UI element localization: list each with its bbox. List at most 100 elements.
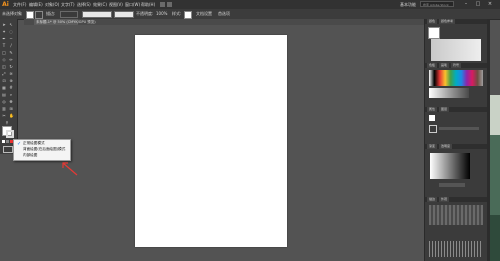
shape-builder-tool-icon[interactable]: ⊕	[9, 79, 13, 83]
draw-normal-item[interactable]: 正常绘图模式	[23, 141, 45, 146]
right-panel-dock: 颜色 颜色参考 色板 画笔 符号 属性 图层 渐变 透明度 描边 外观	[424, 19, 488, 261]
properties-stroke-icon[interactable]	[429, 125, 437, 133]
gradient-tool-icon[interactable]: ▤	[2, 93, 6, 97]
lasso-tool-icon[interactable]: ◌	[9, 30, 13, 34]
zoom-tool-icon[interactable]: ⚲	[5, 121, 9, 125]
appearance-rows[interactable]	[429, 205, 483, 225]
tab-stroke[interactable]: 描边	[427, 197, 438, 202]
color-fill-preview[interactable]	[428, 27, 440, 39]
menu-effect[interactable]: 效果(C)	[93, 1, 107, 8]
menu-view[interactable]: 视图(V)	[109, 1, 123, 8]
pencil-tool-icon[interactable]: ✏	[9, 58, 13, 62]
rectangle-tool-icon[interactable]: □	[2, 51, 6, 55]
properties-panel-header: 属性 图层	[425, 107, 488, 112]
document-tab-label: 未标题-1* @ 50% (CMYK/GPU 预览)	[36, 20, 96, 24]
artboard-tool-icon[interactable]: ⊞	[9, 107, 13, 111]
close-icon[interactable]: ×	[486, 1, 494, 8]
draw-inside-item[interactable]: 内部绘图	[23, 153, 37, 158]
annotation-arrow	[62, 162, 78, 176]
menu-object[interactable]: 对象(O)	[45, 1, 59, 8]
gradient-preview[interactable]	[430, 153, 470, 179]
check-icon: ✓	[17, 141, 22, 147]
blend-tool-icon[interactable]: ◎	[2, 100, 6, 104]
restore-icon[interactable]: □	[474, 1, 482, 8]
eyedropper-tool-icon[interactable]: ⌕	[9, 93, 13, 97]
slice-tool-icon[interactable]: ✂	[2, 114, 6, 118]
type-tool-icon[interactable]: T	[2, 44, 6, 48]
gradient-slider[interactable]	[439, 183, 465, 187]
color-mode-icon[interactable]	[2, 140, 5, 143]
selection-status: 未选择对象	[2, 11, 22, 16]
free-transform-tool-icon[interactable]: ⊡	[2, 79, 6, 83]
brush-strokes-list[interactable]	[429, 241, 483, 257]
app-logo: Ai	[2, 1, 9, 8]
menu-select[interactable]: 选择(S)	[77, 1, 91, 8]
gradient-mode-icon[interactable]	[6, 140, 9, 143]
tab-transparency[interactable]: 透明度	[439, 144, 453, 149]
tab-brushes[interactable]: 画笔	[439, 63, 450, 68]
tools-panel: ➤ ↖ ✦ ◌ ✒ ∼ T / □ ✎ ◇ ✏ ◫ ↻ ⤢ ≋ ⊡ ⊕ ▦ # …	[0, 19, 18, 154]
bridge-icon[interactable]	[160, 2, 165, 7]
artboard[interactable]	[135, 35, 287, 247]
stroke-color-icon[interactable]	[6, 130, 14, 138]
hand-tool-icon[interactable]: ✋	[9, 114, 14, 118]
swatch-grid[interactable]	[429, 70, 483, 86]
stock-search-input[interactable]: 搜索 Adobe Stock	[420, 1, 454, 7]
preferences-button[interactable]: 首选项	[218, 11, 230, 17]
direct-selection-tool-icon[interactable]: ↖	[9, 23, 13, 27]
document-setup-button[interactable]: 文档设置	[196, 11, 212, 17]
curvature-tool-icon[interactable]: ∼	[9, 37, 13, 41]
fill-swatch[interactable]	[26, 11, 34, 19]
drawing-mode-icon[interactable]	[3, 146, 13, 153]
symbol-sprayer-tool-icon[interactable]: ❋	[9, 100, 13, 104]
paintbrush-tool-icon[interactable]: ✎	[9, 51, 13, 55]
menu-file[interactable]: 文件(F)	[13, 1, 26, 8]
line-tool-icon[interactable]: /	[9, 44, 13, 48]
graphic-style-swatch[interactable]	[184, 11, 192, 19]
shaper-tool-icon[interactable]: ◇	[2, 58, 6, 62]
perspective-grid-tool-icon[interactable]: ▦	[2, 86, 6, 90]
properties-fill-icon[interactable]	[429, 115, 435, 121]
color-panel-header: 颜色 颜色参考	[425, 19, 488, 24]
tab-properties[interactable]: 属性	[427, 107, 438, 112]
menu-type[interactable]: 文字(T)	[61, 1, 75, 8]
variable-width-profile[interactable]	[82, 11, 112, 18]
background-photo	[490, 95, 500, 261]
scale-tool-icon[interactable]: ⤢	[2, 72, 6, 76]
pen-tool-icon[interactable]: ✒	[2, 37, 6, 41]
stroke-swatch[interactable]	[35, 11, 43, 19]
mesh-tool-icon[interactable]: #	[9, 86, 13, 90]
properties-slider[interactable]	[439, 127, 479, 130]
tab-symbols[interactable]: 符号	[451, 63, 462, 68]
menu-window[interactable]: 窗口(W)	[125, 1, 140, 8]
workspace-switcher[interactable]: 基本功能	[400, 1, 416, 8]
tab-gradient[interactable]: 渐变	[427, 144, 438, 149]
menu-edit[interactable]: 编辑(E)	[29, 1, 43, 8]
eraser-tool-icon[interactable]: ◫	[2, 65, 6, 69]
draw-behind-item[interactable]: 背面绘图(在后面绘图)模式	[23, 147, 65, 152]
tab-color[interactable]: 颜色	[427, 19, 438, 24]
opacity-value[interactable]: 100%	[156, 11, 167, 17]
rotate-tool-icon[interactable]: ↻	[9, 65, 13, 69]
swatches-panel-header: 色板 画笔 符号	[425, 63, 488, 68]
brush-definition[interactable]	[114, 11, 134, 18]
selection-tool-icon[interactable]: ➤	[2, 23, 6, 27]
tab-appearance[interactable]: 外观	[439, 197, 450, 202]
swatch-gray-row[interactable]	[429, 88, 469, 98]
arrange-documents-icon[interactable]	[167, 2, 172, 7]
minimize-icon[interactable]: –	[462, 1, 470, 8]
width-tool-icon[interactable]: ≋	[9, 72, 13, 76]
stroke-weight-field[interactable]	[60, 11, 78, 18]
stroke-panel-header: 描边 外观	[425, 197, 488, 202]
tab-color-guide[interactable]: 颜色参考	[439, 19, 456, 24]
drawing-mode-menu: ✓ 正常绘图模式 背面绘图(在后面绘图)模式 内部绘图	[13, 139, 71, 161]
document-tab[interactable]: 未标题-1* @ 50% (CMYK/GPU 预览)	[34, 19, 96, 25]
gradient-panel-header: 渐变 透明度	[425, 144, 488, 149]
magic-wand-tool-icon[interactable]: ✦	[2, 30, 6, 34]
stroke-label: 描边:	[46, 11, 56, 16]
column-graph-tool-icon[interactable]: ▥	[2, 107, 6, 111]
tab-swatches[interactable]: 色板	[427, 63, 438, 68]
menu-help[interactable]: 帮助(H)	[141, 1, 155, 8]
tab-layers[interactable]: 图层	[439, 107, 450, 112]
color-guide-swatches[interactable]	[431, 39, 481, 61]
